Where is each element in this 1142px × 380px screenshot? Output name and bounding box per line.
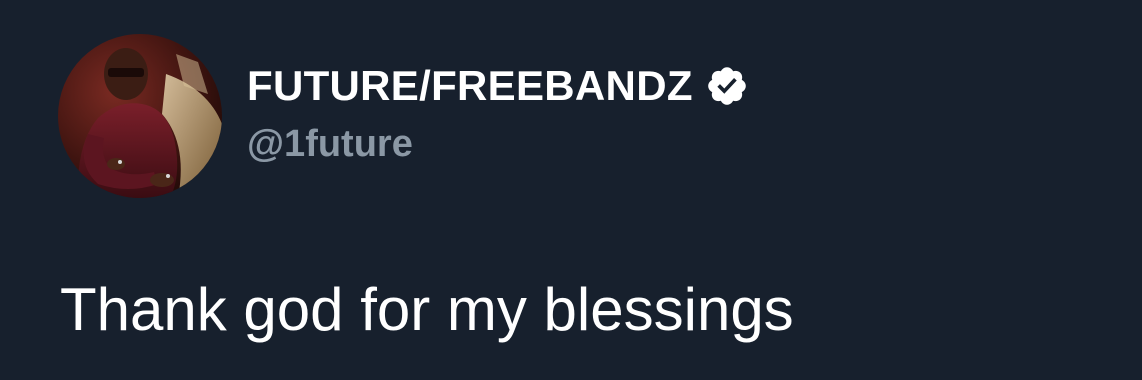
tweet-card: FUTURE/FREEBANDZ @1future Thank god for … [0,0,1142,380]
author-info: FUTURE/FREEBANDZ @1future [247,58,749,168]
verified-badge-icon [705,64,749,108]
display-name[interactable]: FUTURE/FREEBANDZ [247,58,693,114]
profile-photo-icon [58,34,222,198]
name-row: FUTURE/FREEBANDZ [247,58,749,114]
avatar[interactable] [58,34,222,198]
tweet-text: Thank god for my blessings [60,276,794,343]
username-handle[interactable]: @1future [247,120,749,168]
